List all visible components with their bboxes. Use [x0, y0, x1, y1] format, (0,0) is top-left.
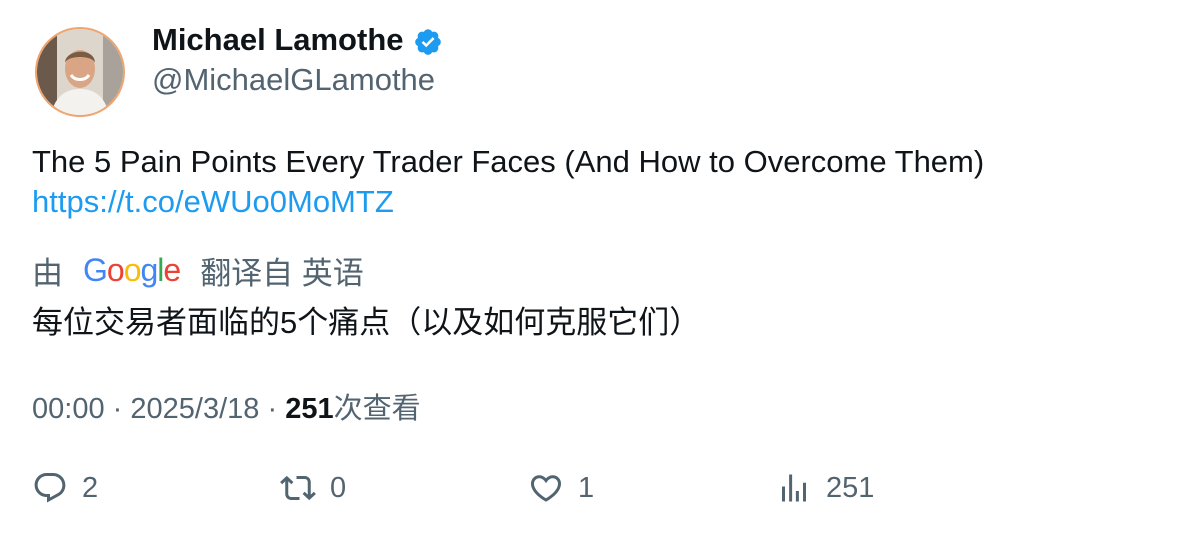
verified-badge-icon — [413, 27, 443, 57]
tweet-link[interactable]: https://t.co/eWUo0MoMTZ — [32, 182, 984, 222]
reply-icon — [34, 473, 66, 503]
translation-attribution: 由 Google 翻译自 英语 — [32, 248, 364, 293]
author-name[interactable]: Michael Lamothe — [152, 22, 404, 58]
retweet-icon — [280, 475, 316, 501]
like-count: 1 — [578, 471, 595, 504]
translated-text: 每位交易者面临的5个痛点（以及如何克服它们） — [32, 305, 701, 340]
tweet-body: The 5 Pain Points Every Trader Faces (An… — [32, 142, 984, 222]
retweet-count: 0 — [330, 471, 347, 504]
tweet-date[interactable]: 2025/3/18 — [130, 393, 259, 425]
views-button[interactable]: 251 — [776, 470, 874, 506]
tweet-meta: 00:00 · 2025/3/18 · 251次查看 — [32, 385, 421, 427]
tweet-text: The 5 Pain Points Every Trader Faces (An… — [32, 144, 985, 179]
google-letter: e — [163, 252, 181, 288]
google-letter: G — [83, 252, 108, 288]
action-bar: 2 0 1 251 — [0, 470, 1196, 518]
views-count: 251 — [285, 393, 334, 425]
google-letter: g — [140, 252, 158, 288]
google-logo[interactable]: Google — [83, 252, 181, 289]
author-name-row: Michael Lamothe — [152, 22, 443, 58]
views-label: 次查看 — [333, 393, 421, 425]
views-action-count: 251 — [826, 471, 875, 504]
avatar[interactable] — [35, 27, 125, 117]
reply-count: 2 — [82, 471, 99, 504]
translation-suffix: 翻译自 英语 — [200, 256, 364, 291]
meta-separator: · — [267, 393, 278, 425]
like-button[interactable]: 1 — [528, 470, 594, 506]
tweet-time[interactable]: 00:00 — [32, 393, 105, 425]
heart-icon — [530, 475, 562, 502]
translation-prefix: 由 — [32, 256, 63, 291]
meta-separator: · — [112, 393, 123, 425]
author-handle[interactable]: @MichaelGLamothe — [152, 62, 435, 98]
retweet-button[interactable]: 0 — [280, 470, 346, 506]
avatar-photo-icon — [37, 29, 123, 115]
reply-button[interactable]: 2 — [32, 470, 98, 506]
google-letter: o — [123, 252, 142, 288]
analytics-icon — [782, 474, 806, 502]
google-letter: o — [106, 252, 125, 288]
